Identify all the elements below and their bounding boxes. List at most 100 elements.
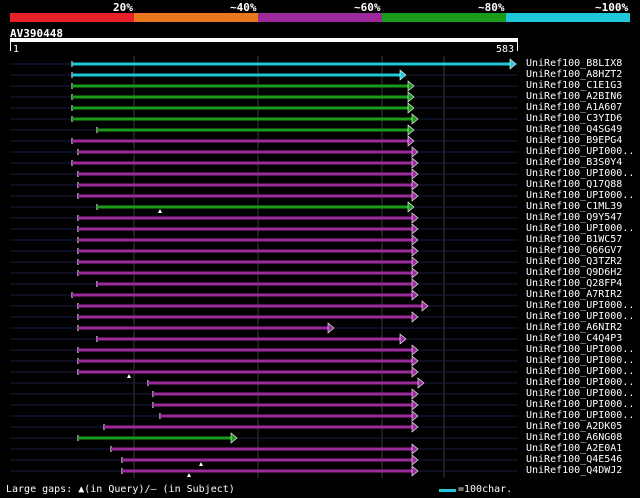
- hit-label[interactable]: UniRef100_Q4DWJ2: [526, 465, 622, 476]
- hit-bar[interactable]: [78, 216, 414, 220]
- hit-bar[interactable]: [72, 95, 410, 99]
- hit-arrow-icon: [407, 124, 415, 136]
- hit-bar[interactable]: [72, 161, 414, 165]
- hit-label[interactable]: UniRef100_UPI000..: [526, 190, 634, 201]
- hit-arrow-icon: [509, 58, 517, 70]
- hit-bar[interactable]: [78, 227, 414, 231]
- hit-label[interactable]: UniRef100_A2BIN6: [526, 91, 622, 102]
- hit-bar[interactable]: [111, 447, 414, 451]
- hit-arrow-icon: [411, 388, 419, 400]
- hit-label[interactable]: UniRef100_A7RIR2: [526, 289, 622, 300]
- hit-bar[interactable]: [72, 62, 512, 66]
- hit-bar[interactable]: [72, 117, 414, 121]
- hit-bar[interactable]: [153, 403, 414, 407]
- hit-arrow-icon: [407, 91, 415, 103]
- hit-arrow-icon: [411, 410, 419, 422]
- scale-swatch: [439, 489, 456, 492]
- hit-bar[interactable]: [78, 249, 414, 253]
- hit-bar[interactable]: [78, 194, 414, 198]
- hit-label[interactable]: UniRef100_B9EPG4: [526, 135, 622, 146]
- hit-label[interactable]: UniRef100_A6NG08: [526, 432, 622, 443]
- hit-bar[interactable]: [78, 359, 414, 363]
- hit-arrow-icon: [411, 399, 419, 411]
- hit-arrow-icon: [411, 223, 419, 235]
- hit-arrow-icon: [411, 311, 419, 323]
- hit-label[interactable]: UniRef100_C4Q4P3: [526, 333, 622, 344]
- hit-bar[interactable]: [78, 271, 414, 275]
- hit-arrow-icon: [411, 443, 419, 455]
- hit-arrow-icon: [411, 168, 419, 180]
- hit-bar[interactable]: [97, 337, 402, 341]
- hit-bar[interactable]: [78, 326, 330, 330]
- hit-bar[interactable]: [78, 436, 233, 440]
- hit-label[interactable]: UniRef100_Q4E546: [526, 454, 622, 465]
- hit-bar[interactable]: [72, 106, 410, 110]
- hit-arrow-icon: [421, 300, 429, 312]
- hit-arrow-icon: [411, 366, 419, 378]
- hit-arrow-icon: [411, 234, 419, 246]
- query-gap-icon: [158, 209, 162, 213]
- hit-label[interactable]: UniRef100_B1WC57: [526, 234, 622, 245]
- hit-bar[interactable]: [122, 469, 414, 473]
- hit-label[interactable]: UniRef100_C1ML39: [526, 201, 622, 212]
- hit-label[interactable]: UniRef100_A2E0A1: [526, 443, 622, 454]
- hit-bar[interactable]: [72, 73, 402, 77]
- hit-label[interactable]: UniRef100_UPI000..: [526, 399, 634, 410]
- hit-bar[interactable]: [160, 414, 414, 418]
- hit-label[interactable]: UniRef100_C3YID6: [526, 113, 622, 124]
- hit-bar[interactable]: [78, 238, 414, 242]
- hit-arrow-icon: [407, 80, 415, 92]
- hit-label[interactable]: UniRef100_Q9D6H2: [526, 267, 622, 278]
- hit-arrow-icon: [411, 212, 419, 224]
- hit-label[interactable]: UniRef100_UPI000..: [526, 300, 634, 311]
- hit-bar[interactable]: [97, 282, 414, 286]
- hit-arrow-icon: [411, 190, 419, 202]
- hit-label[interactable]: UniRef100_UPI000..: [526, 366, 634, 377]
- hit-arrow-icon: [411, 278, 419, 290]
- hit-bar[interactable]: [97, 128, 410, 132]
- hit-bar[interactable]: [72, 139, 410, 143]
- hit-bar[interactable]: [78, 183, 414, 187]
- hit-arrow-icon: [411, 355, 419, 367]
- hit-label[interactable]: UniRef100_UPI000..: [526, 377, 634, 388]
- hit-bar[interactable]: [78, 172, 414, 176]
- hit-label[interactable]: UniRef100_UPI000..: [526, 344, 634, 355]
- hit-label[interactable]: UniRef100_UPI000..: [526, 223, 634, 234]
- hit-label[interactable]: UniRef100_A6NIR2: [526, 322, 622, 333]
- hit-label[interactable]: UniRef100_A8HZT2: [526, 69, 622, 80]
- hit-arrow-icon: [399, 333, 407, 345]
- hit-bar[interactable]: [104, 425, 414, 429]
- hit-label[interactable]: UniRef100_Q28FP4: [526, 278, 622, 289]
- hit-label[interactable]: UniRef100_C1E1G3: [526, 80, 622, 91]
- hit-label[interactable]: UniRef100_UPI000..: [526, 146, 634, 157]
- hit-bar[interactable]: [148, 381, 420, 385]
- hit-label[interactable]: UniRef100_B3S0Y4: [526, 157, 622, 168]
- hit-label[interactable]: UniRef100_UPI000..: [526, 388, 634, 399]
- hit-label[interactable]: UniRef100_UPI000..: [526, 311, 634, 322]
- hit-arrow-icon: [407, 201, 415, 213]
- hit-bar[interactable]: [72, 84, 410, 88]
- hit-label[interactable]: UniRef100_Q9Y547: [526, 212, 622, 223]
- hit-bar[interactable]: [72, 293, 414, 297]
- hit-bar[interactable]: [78, 150, 414, 154]
- hit-bar[interactable]: [78, 370, 414, 374]
- hit-arrow-icon: [411, 157, 419, 169]
- hit-bar[interactable]: [78, 260, 414, 264]
- hit-bar[interactable]: [153, 392, 414, 396]
- hit-label[interactable]: UniRef100_Q4SG49: [526, 124, 622, 135]
- hit-label[interactable]: UniRef100_Q3TZR2: [526, 256, 622, 267]
- hit-label[interactable]: UniRef100_A2DK05: [526, 421, 622, 432]
- hit-label[interactable]: UniRef100_UPI000..: [526, 355, 634, 366]
- hit-arrow-icon: [411, 245, 419, 257]
- hit-bar[interactable]: [97, 205, 410, 209]
- hit-bar[interactable]: [78, 304, 424, 308]
- hit-label[interactable]: UniRef100_UPI000..: [526, 410, 634, 421]
- hit-label[interactable]: UniRef100_Q17Q88: [526, 179, 622, 190]
- hit-label[interactable]: UniRef100_UPI000..: [526, 168, 634, 179]
- hit-label[interactable]: UniRef100_Q66GV7: [526, 245, 622, 256]
- hit-bar[interactable]: [78, 348, 414, 352]
- hit-label[interactable]: UniRef100_B8LIX8: [526, 58, 622, 69]
- hit-bar[interactable]: [122, 458, 414, 462]
- hit-label[interactable]: UniRef100_A1A607: [526, 102, 622, 113]
- hit-bar[interactable]: [78, 315, 414, 319]
